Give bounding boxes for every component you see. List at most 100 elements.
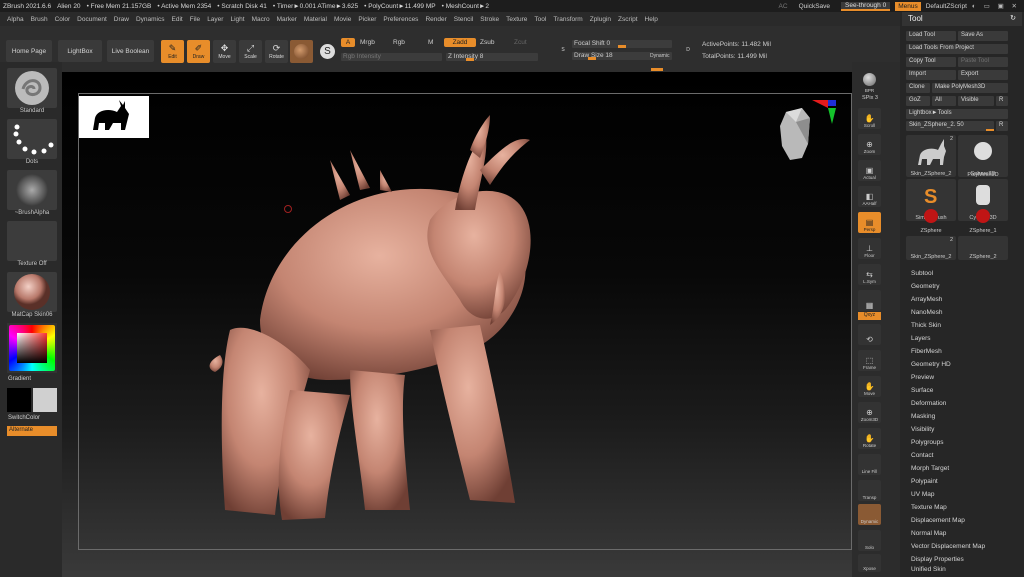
subpalette-item[interactable]: Polygroups [911,439,944,446]
menu-item[interactable]: Edit [172,16,183,23]
lsym-button[interactable]: ⇆ L.Sym [858,264,881,285]
subpalette-item[interactable]: ArrayMesh [911,296,942,303]
scale-button[interactable]: ⤢ Scale [239,40,262,63]
menu-item[interactable]: Macro [252,16,270,23]
default-zscript-button[interactable]: DefaultZScript [926,3,967,10]
menu-item[interactable]: Document [77,16,107,23]
tool-tile[interactable]: 2 Skin_ZSphere_2 [906,236,956,260]
zoom-button[interactable]: ⊕ Zoom [858,134,881,155]
menu-item[interactable]: Stencil [454,16,474,23]
tool-tile[interactable]: ZSphere_2 [958,236,1008,260]
focal-shift-knob[interactable] [618,45,626,48]
refresh-icon[interactable]: ↻ [1010,14,1016,22]
d-toggle[interactable]: D [681,40,695,60]
current-tool-slider[interactable]: Skin_ZSphere_2. 50 [906,121,994,131]
solo-button[interactable]: Solo [858,530,881,551]
subpalette-item[interactable]: FiberMesh [911,348,942,355]
transp-button[interactable]: Transp [858,480,881,501]
color-picker[interactable] [7,323,57,373]
subpalette-item[interactable]: Geometry HD [911,361,951,368]
export-button[interactable]: Export [958,70,1008,80]
menu-item[interactable]: Transform [553,16,582,23]
focal-shift-slider[interactable]: Focal Shift 0 [572,40,672,48]
menu-item[interactable]: Light [230,16,244,23]
draw-size-knob[interactable] [588,57,596,60]
spix-slider[interactable]: SPix 3 [856,95,884,101]
subpalette-item[interactable]: Layers [911,335,931,342]
subpalette-item[interactable]: Displacement Map [911,517,965,524]
menu-item[interactable]: Material [304,16,327,23]
menu-item[interactable]: Marker [277,16,297,23]
lightbox-button[interactable]: LightBox [58,40,102,62]
home-page-button[interactable]: Home Page [6,40,52,62]
s-toggle[interactable]: S [557,40,569,60]
navigator-thumbnail[interactable] [79,96,149,138]
xyz-button[interactable]: Qxyz [858,312,881,320]
rotate-view-button[interactable]: ✋ Rotate [858,428,881,449]
menu-item[interactable]: Brush [31,16,48,23]
menu-item[interactable]: Alpha [7,16,24,23]
zsub-button[interactable]: Zsub [480,39,494,46]
menu-item[interactable]: File [190,16,200,23]
subpalette-item[interactable]: Morph Target [911,465,949,472]
paste-tool-button[interactable]: Paste Tool [958,57,1008,67]
menu-item[interactable]: Color [55,16,71,23]
floor-button[interactable]: ⊥ Floor [858,238,881,259]
material-swatch-button[interactable] [290,40,313,63]
persp-button[interactable]: ▤ Persp [858,212,881,233]
tool-palette-header[interactable]: Tool ↻ [902,12,1022,26]
local-button[interactable]: ⟲ [858,324,881,345]
subpalette-item[interactable]: Texture Map [911,504,947,511]
material-button[interactable] [7,272,57,312]
zcut-button[interactable]: Zcut [514,39,527,46]
subpalette-item[interactable]: Geometry [911,283,940,290]
z-intensity-knob[interactable] [466,58,474,61]
tool-tile[interactable]: PolyMesh3D [958,158,1008,178]
all-button[interactable]: All [932,96,956,106]
menu-item[interactable]: Preferences [383,16,418,23]
menu-item[interactable]: Texture [506,16,527,23]
lightbox-tools-button[interactable]: Lightbox►Tools [906,109,1008,119]
subpalette-item[interactable]: Contact [911,452,933,459]
scroll-button[interactable]: ✋ Scroll [858,108,881,129]
brush-button[interactable] [7,68,57,108]
import-button[interactable]: Import [906,70,956,80]
menu-item[interactable]: Picker [358,16,376,23]
menu-item[interactable]: Zplugin [590,16,611,23]
draw-button[interactable]: ✐ Draw [187,40,210,63]
subpalette-item[interactable]: Unified Skin [911,566,946,573]
alpha-button[interactable] [7,170,57,210]
rgb-button[interactable]: Rgb [393,39,405,46]
sculptris-pro-button[interactable]: S [316,40,339,63]
see-through-slider[interactable]: See-through 0 [841,1,891,11]
subpalette-item[interactable]: UV Map [911,491,934,498]
r-button[interactable]: R [996,96,1008,106]
subpalette-item[interactable]: Display Properties [911,556,964,563]
menu-item[interactable]: Render [425,16,446,23]
menu-item[interactable]: Movie [334,16,351,23]
subpalette-item[interactable]: Preview [911,374,934,381]
menu-item[interactable]: Draw [114,16,129,23]
m-button[interactable]: M [428,39,433,46]
mrgb-button[interactable]: Mrgb [360,39,375,46]
menu-item[interactable]: Layer [207,16,223,23]
edit-button[interactable]: ✎ Edit [161,40,184,63]
menu-item[interactable]: Help [645,16,658,23]
subpalette-item[interactable]: Thick Skin [911,322,941,329]
load-tool-button[interactable]: Load Tool [906,31,956,41]
rotate-button[interactable]: ⟳ Rotate [265,40,288,63]
load-tools-from-project-button[interactable]: Load Tools From Project [906,44,1008,54]
subpalette-item[interactable]: Vector Displacement Map [911,543,985,550]
canvas-bottom-bar[interactable] [62,571,852,577]
quicksave-button[interactable]: QuickSave [793,3,836,10]
orientation-gizmo[interactable] [772,98,838,166]
rgb-intensity-slider[interactable]: Rgb Intensity [341,53,442,61]
move-view-button[interactable]: ✋ Move [858,376,881,397]
polyf-button[interactable]: ▦ [858,290,881,311]
current-tool-knob[interactable] [986,129,994,131]
alternate-button[interactable]: Alternate [7,426,57,436]
menu-item[interactable]: Stroke [480,16,499,23]
save-as-button[interactable]: Save As [958,31,1008,41]
secondary-color-swatch[interactable] [33,388,57,412]
subpalette-item[interactable]: Visibility [911,426,934,433]
